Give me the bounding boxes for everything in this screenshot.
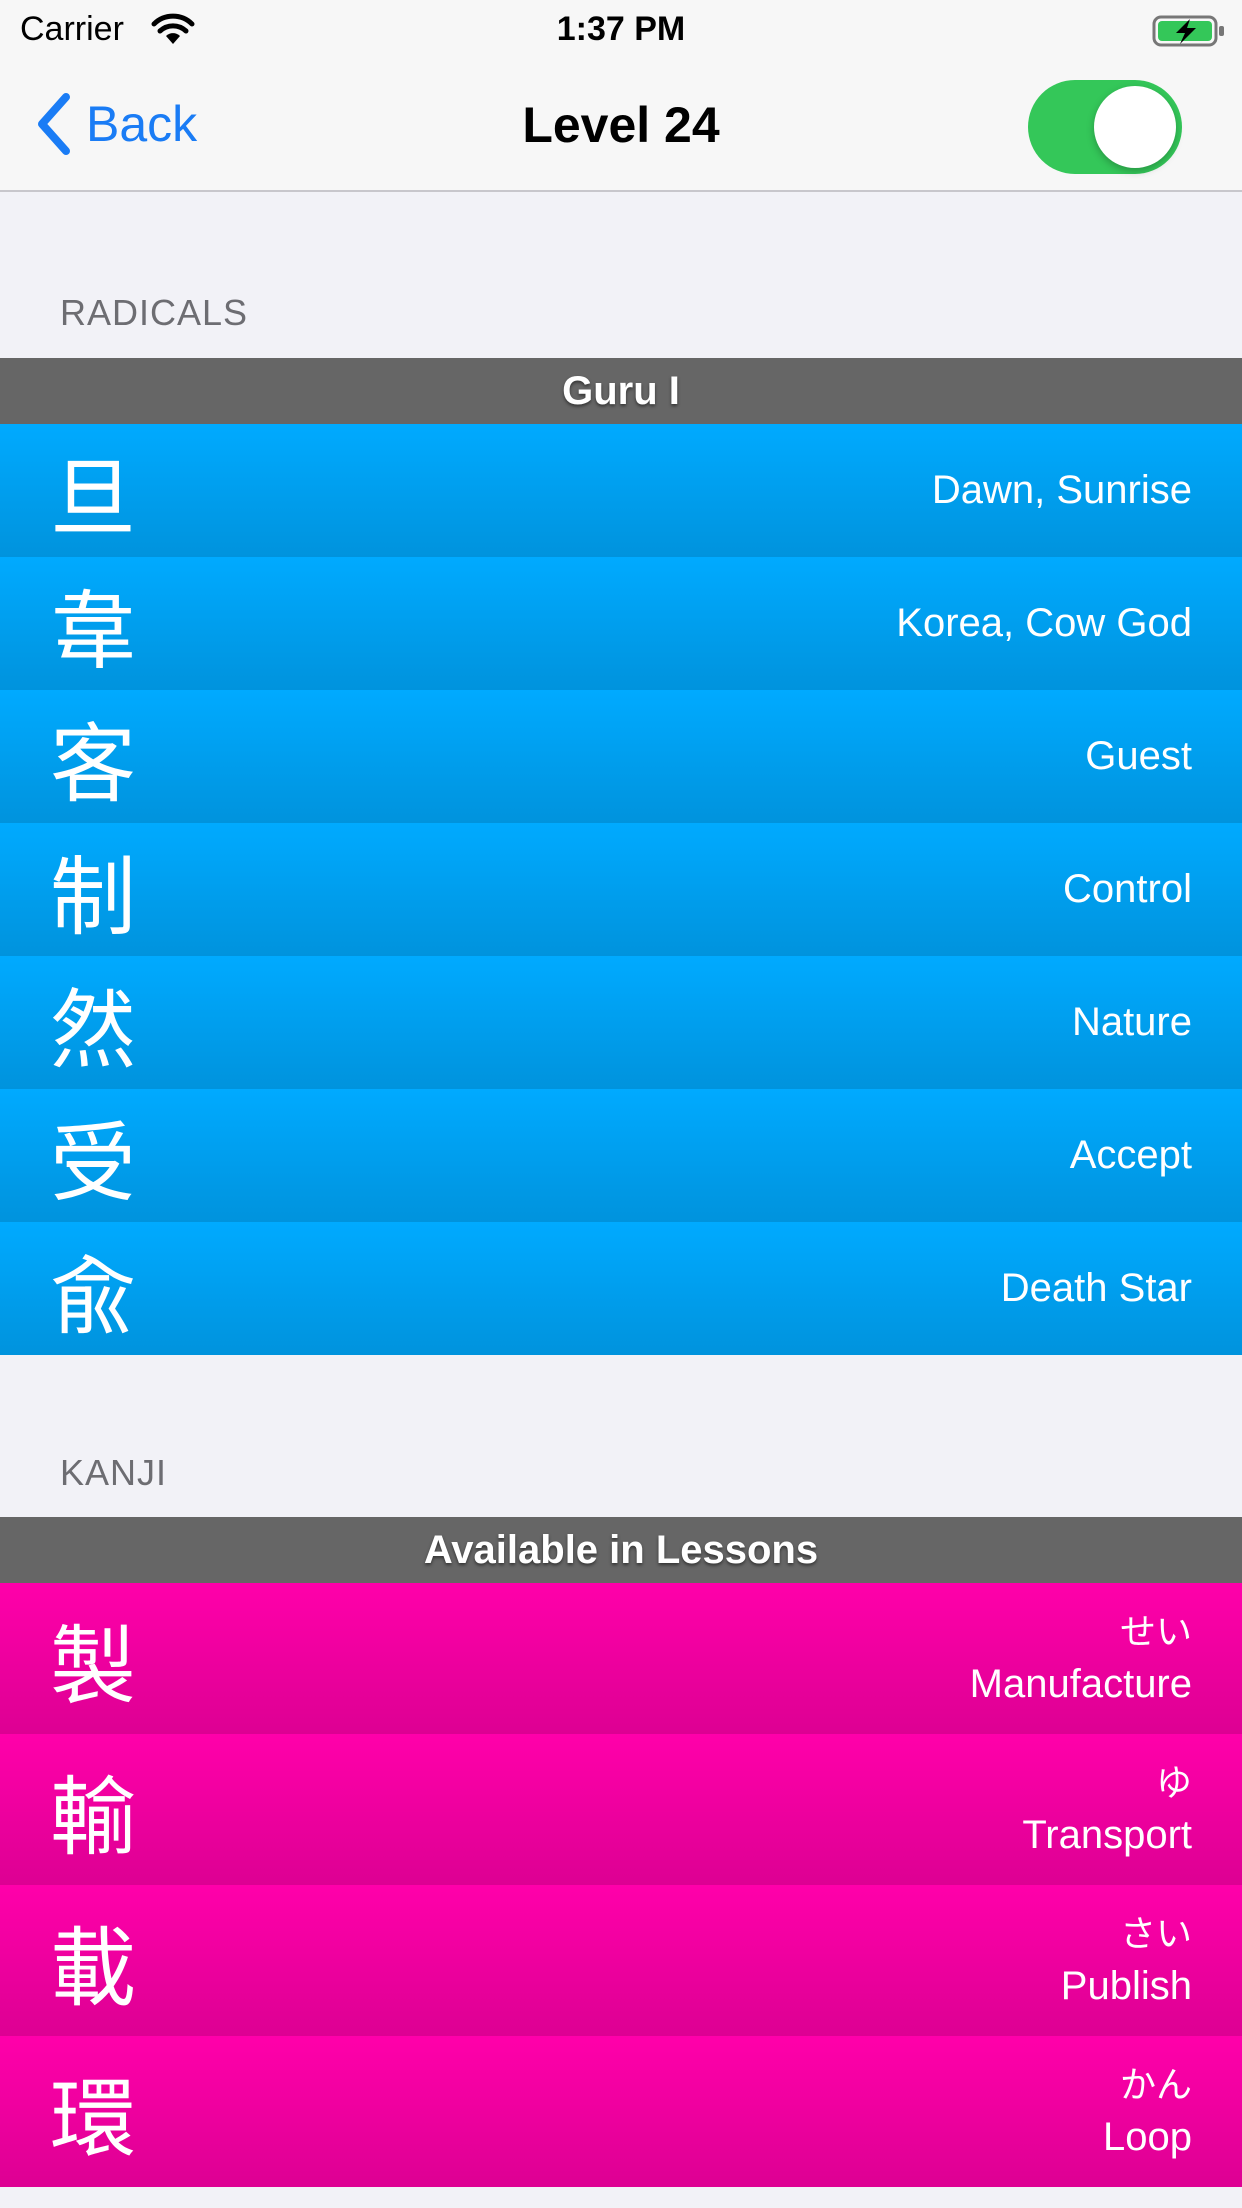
- kanji-character: 輸: [50, 1768, 136, 1868]
- radicals-list: 旦 Dawn, Sunrise 韋 Korea, Cow God 客 Guest…: [0, 424, 1242, 1355]
- radical-character: 韋: [50, 582, 136, 682]
- status-bar: Carrier 1:37 PM: [0, 0, 1242, 60]
- radical-character: 然: [50, 981, 136, 1081]
- kanji-section-label: KANJI: [60, 1452, 168, 1493]
- kanji-reading: かん: [1119, 2064, 1192, 2106]
- radical-meaning: Dawn, Sunrise: [931, 468, 1192, 512]
- radical-row[interactable]: 旦 Dawn, Sunrise: [0, 424, 1242, 557]
- kanji-character: 製: [50, 1617, 136, 1717]
- radical-row[interactable]: 受 Accept: [0, 1089, 1242, 1222]
- kanji-details: ゆ Transport: [1022, 1734, 1192, 1885]
- status-time: 1:37 PM: [556, 10, 686, 48]
- kanji-row[interactable]: 載 さい Publish: [0, 1885, 1242, 2036]
- radical-row[interactable]: 韋 Korea, Cow God: [0, 557, 1242, 690]
- radical-meaning: Nature: [1071, 1000, 1192, 1044]
- radical-character: 兪: [50, 1247, 136, 1347]
- settings-toggle[interactable]: [1028, 80, 1182, 174]
- toggle-knob: [1094, 86, 1176, 168]
- kanji-row[interactable]: 輸 ゆ Transport: [0, 1734, 1242, 1885]
- kanji-details: かん Loop: [1103, 2036, 1192, 2187]
- radical-meaning: Guest: [1085, 734, 1192, 778]
- kanji-meaning: Manufacture: [969, 1661, 1192, 1706]
- kanji-row[interactable]: 環 かん Loop: [0, 2036, 1242, 2187]
- kanji-group-header: Available in Lessons: [0, 1517, 1242, 1583]
- kanji-meaning: Publish: [1060, 1963, 1192, 2008]
- radical-character: 制: [50, 848, 136, 948]
- kanji-character: 環: [50, 2070, 136, 2170]
- radicals-group-header: Guru I: [0, 358, 1242, 424]
- navigation-bar: Back Level 24: [0, 60, 1242, 192]
- radical-row[interactable]: 然 Nature: [0, 956, 1242, 1089]
- kanji-row[interactable]: 製 せい Manufacture: [0, 1583, 1242, 1734]
- radical-meaning: Korea, Cow God: [896, 601, 1192, 645]
- radical-character: 旦: [50, 449, 136, 549]
- radicals-section-label: RADICALS: [60, 292, 249, 333]
- kanji-reading: ゆ: [1155, 1762, 1192, 1804]
- radical-character: 受: [50, 1114, 136, 1214]
- kanji-reading: さい: [1119, 1913, 1192, 1955]
- kanji-character: 載: [50, 1919, 136, 2019]
- kanji-reading: せい: [1119, 1611, 1192, 1653]
- radical-character: 客: [50, 715, 136, 815]
- radical-row[interactable]: 兪 Death Star: [0, 1222, 1242, 1355]
- battery-charging-icon: [1152, 15, 1224, 47]
- radical-meaning: Control: [1063, 867, 1192, 911]
- kanji-details: さい Publish: [1061, 1885, 1192, 2036]
- kanji-meaning: Transport: [1022, 1812, 1192, 1857]
- radical-meaning: Accept: [1069, 1133, 1192, 1177]
- kanji-list: 製 せい Manufacture 輸 ゆ Transport 載 さい Publ…: [0, 1583, 1242, 2187]
- kanji-details: せい Manufacture: [970, 1583, 1192, 1734]
- radical-row[interactable]: 客 Guest: [0, 690, 1242, 823]
- radical-meaning: Death Star: [1000, 1266, 1192, 1310]
- radical-row[interactable]: 制 Control: [0, 823, 1242, 956]
- kanji-meaning: Loop: [1103, 2114, 1192, 2159]
